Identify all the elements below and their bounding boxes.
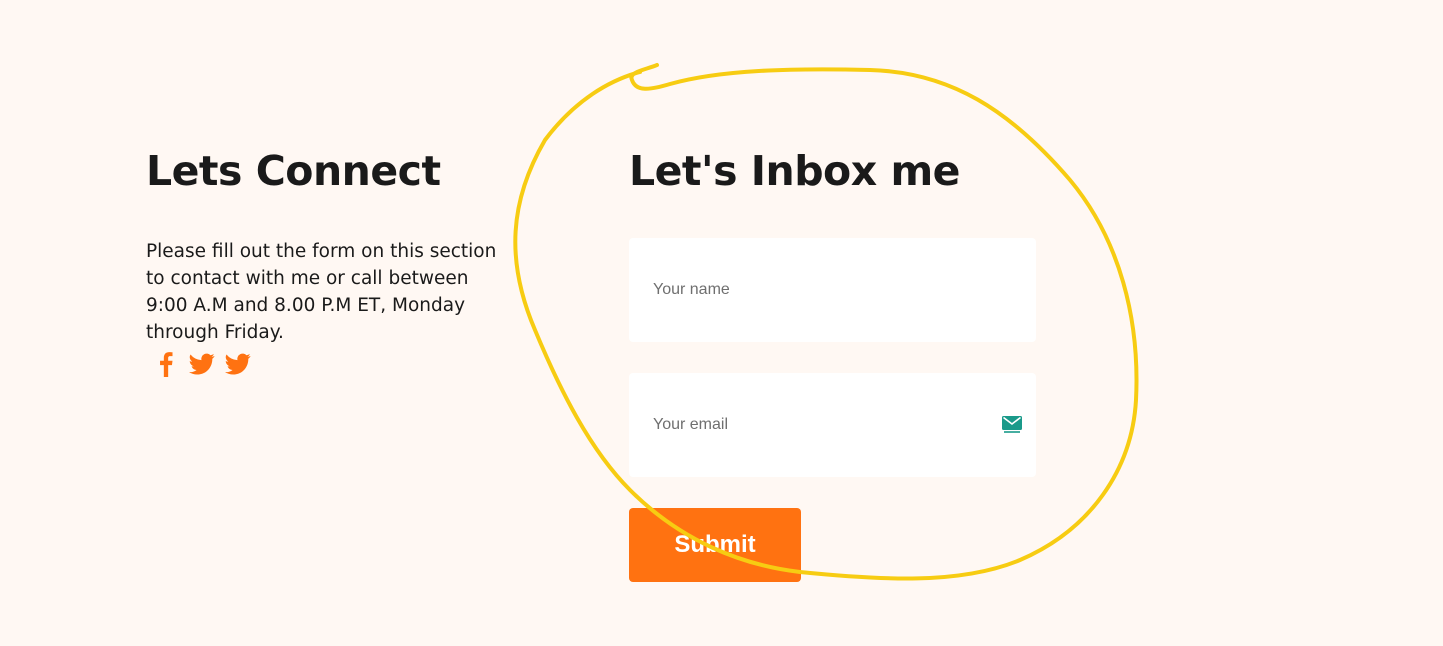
- contact-info-section: Lets Connect Please fill out the form on…: [146, 146, 506, 378]
- submit-button[interactable]: Submit: [629, 508, 801, 582]
- social-links: [152, 350, 506, 378]
- name-field-wrapper: [629, 238, 1036, 342]
- facebook-link[interactable]: [152, 350, 180, 378]
- facebook-icon: [160, 352, 173, 377]
- contact-form: Submit: [629, 238, 1037, 582]
- contact-form-title: Let's Inbox me: [629, 147, 960, 195]
- email-input[interactable]: [629, 373, 1036, 477]
- twitter-link[interactable]: [224, 350, 252, 378]
- contact-info-title: Lets Connect: [146, 147, 441, 195]
- twitter-icon: [189, 353, 215, 375]
- contact-form-section: Let's Inbox me Submit: [629, 146, 1037, 582]
- twitter-link[interactable]: [188, 350, 216, 378]
- contact-description: Please fill out the form on this section…: [146, 241, 497, 343]
- twitter-icon: [225, 353, 251, 375]
- email-field-wrapper: [629, 373, 1036, 477]
- contact-page: Lets Connect Please fill out the form on…: [0, 0, 1443, 646]
- envelope-icon[interactable]: [1002, 416, 1022, 434]
- name-input[interactable]: [629, 238, 1036, 342]
